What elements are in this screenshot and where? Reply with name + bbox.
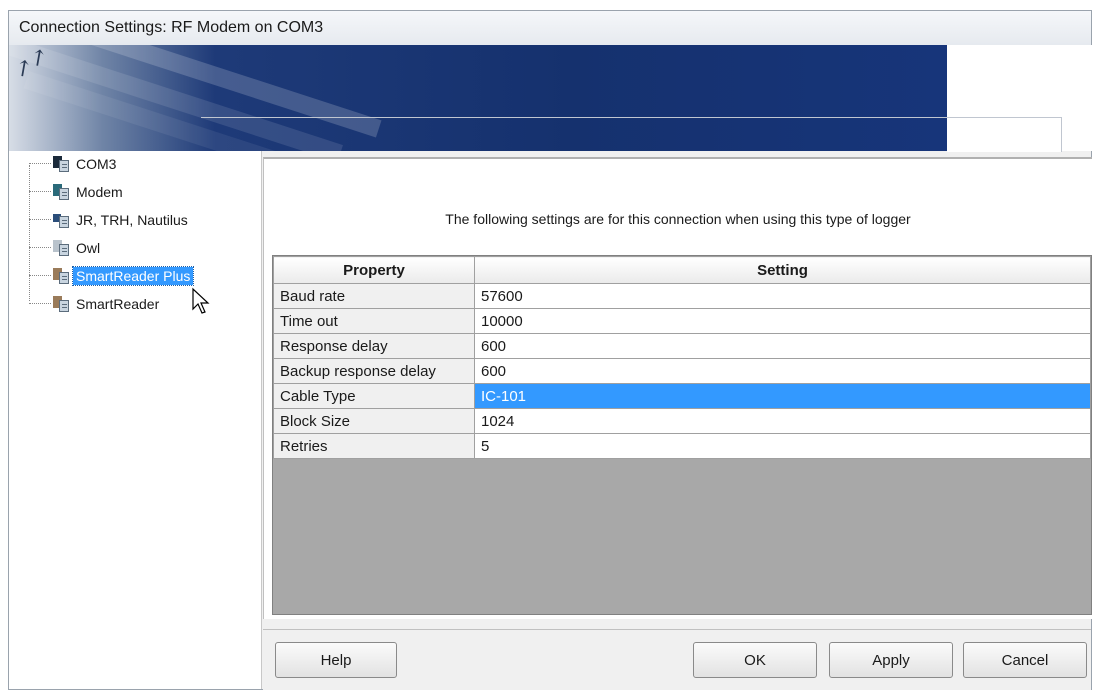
title-bar[interactable]: Connection Settings: RF Modem on COM3 bbox=[9, 11, 1091, 45]
property-cell: Time out bbox=[273, 308, 475, 334]
tree-item-label: Owl bbox=[76, 240, 101, 256]
tree-item-smartreader[interactable]: SmartReader bbox=[29, 293, 162, 315]
grid-header-row: Property Setting bbox=[273, 256, 1091, 284]
setting-cell[interactable]: 600 bbox=[474, 358, 1091, 384]
tree-item-label: SmartReader bbox=[76, 296, 160, 312]
connection-settings-window: Connection Settings: RF Modem on COM3 ↗↗… bbox=[8, 10, 1093, 690]
setting-cell[interactable]: 5 bbox=[474, 433, 1091, 459]
com-port-icon bbox=[53, 156, 69, 172]
table-row[interactable]: Backup response delay 600 bbox=[273, 358, 1091, 384]
cancel-button[interactable]: Cancel bbox=[963, 642, 1087, 678]
property-cell: Cable Type bbox=[273, 383, 475, 409]
ok-button[interactable]: OK bbox=[693, 642, 817, 678]
tree-item-modem[interactable]: Modem bbox=[29, 181, 126, 203]
tree-item-owl[interactable]: Owl bbox=[29, 237, 103, 259]
property-cell: Baud rate bbox=[273, 283, 475, 309]
setting-cell[interactable]: 10000 bbox=[474, 308, 1091, 334]
property-cell: Backup response delay bbox=[273, 358, 475, 384]
table-row[interactable]: Cable Type IC-101 bbox=[273, 383, 1091, 409]
property-cell: Response delay bbox=[273, 333, 475, 359]
mouse-cursor-icon bbox=[192, 287, 210, 314]
table-row[interactable]: Response delay 600 bbox=[273, 333, 1091, 359]
table-row[interactable]: Time out 10000 bbox=[273, 308, 1091, 334]
logger-icon bbox=[53, 240, 69, 256]
header-setting[interactable]: Setting bbox=[474, 256, 1091, 284]
settings-panel: The following settings are for this conn… bbox=[263, 157, 1092, 619]
logger-icon bbox=[53, 212, 69, 228]
header-banner: ↗↗ bbox=[9, 45, 947, 151]
banner-frame bbox=[947, 117, 1062, 152]
tree-item-jr-trh-nautilus[interactable]: JR, TRH, Nautilus bbox=[29, 209, 191, 231]
button-bar: Help OK Apply Cancel bbox=[263, 629, 1091, 690]
setting-cell[interactable]: 57600 bbox=[474, 283, 1091, 309]
table-row[interactable]: Retries 5 bbox=[273, 433, 1091, 459]
modem-icon bbox=[53, 184, 69, 200]
property-cell: Retries bbox=[273, 433, 475, 459]
setting-cell[interactable]: 600 bbox=[474, 333, 1091, 359]
tree-item-label: SmartReader Plus bbox=[71, 266, 195, 286]
tree-item-com3[interactable]: COM3 bbox=[29, 153, 119, 175]
help-button[interactable]: Help bbox=[275, 642, 397, 678]
setting-cell[interactable]: IC-101 bbox=[474, 383, 1091, 409]
apply-button[interactable]: Apply bbox=[829, 642, 953, 678]
setting-cell[interactable]: 1024 bbox=[474, 408, 1091, 434]
tree-item-smartreader-plus[interactable]: SmartReader Plus bbox=[29, 265, 195, 287]
property-grid: Property Setting Baud rate 57600 Time ou… bbox=[272, 255, 1092, 615]
tree-item-label: Modem bbox=[76, 184, 123, 200]
table-row[interactable]: Baud rate 57600 bbox=[273, 283, 1091, 309]
logger-icon bbox=[53, 268, 69, 284]
logger-icon bbox=[53, 296, 69, 312]
table-row[interactable]: Block Size 1024 bbox=[273, 408, 1091, 434]
property-cell: Block Size bbox=[273, 408, 475, 434]
tree-item-label: JR, TRH, Nautilus bbox=[76, 212, 188, 228]
info-text: The following settings are for this conn… bbox=[445, 211, 911, 227]
tree-item-label: COM3 bbox=[76, 156, 117, 172]
window-title: Connection Settings: RF Modem on COM3 bbox=[19, 19, 324, 36]
header-property[interactable]: Property bbox=[273, 256, 475, 284]
logger-type-tree: COM3 Modem JR, TRH, Nautilus Owl SmartRe… bbox=[9, 151, 262, 689]
